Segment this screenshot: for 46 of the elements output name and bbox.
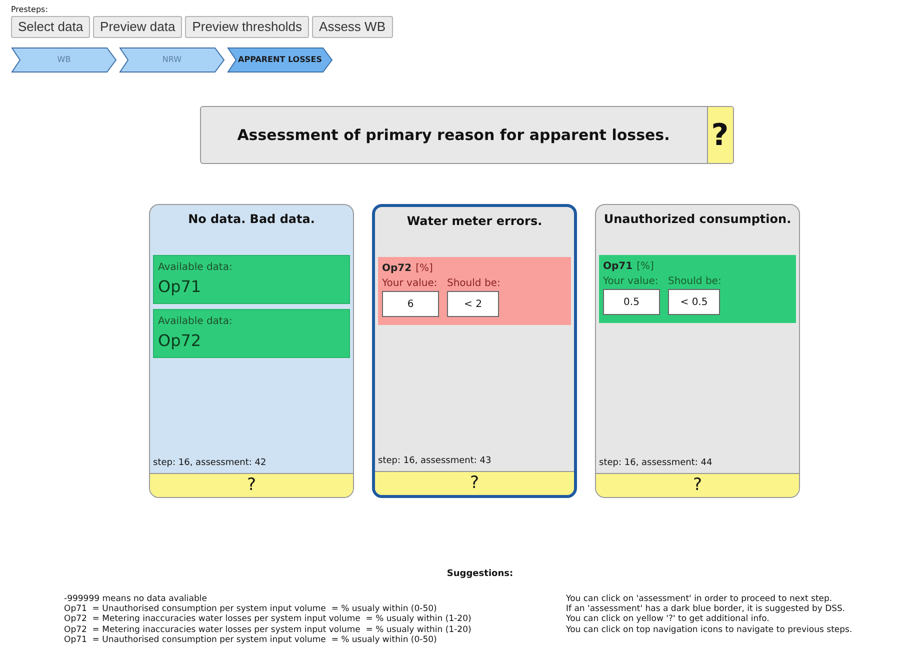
hint-line: You can click on top navigation icons to navigate to previous steps. [566,624,852,636]
legend-line: Op72 = Metering inaccuracies water losses per system input volume = % usualy within (1-20) [64,624,472,636]
unit-label: [%] [416,262,433,276]
available-data-label: Available data: [158,315,234,329]
should-be-label: Should be: [668,275,722,289]
should-be-field: < 0.5 [668,289,720,315]
available-data-label: Available data: [158,261,234,275]
assessment-footer: step: 16, assessment: 44 [596,456,799,473]
assessment-card[interactable]: No data. Bad data. Available data: Op71 Available data: Op72 step: 16, assessment: 42 ? [149,204,354,498]
assessment-title: Water meter errors. [406,213,544,230]
legend-line: -999999 means no data avaliable [64,594,208,604]
page-title: Assessment of primary reason for apparent losses. [236,124,671,146]
indicator-name: Op72 [382,262,412,276]
assessment-title: Unauthorized consumption. [602,211,792,228]
indicator-name: Op71 [158,276,202,298]
indicator-name: Op71 [603,260,633,274]
legend-line: Op71 = Unauthorised consumption per system input volume = % usualy within (0-50) [64,604,438,614]
assessment-footer: step: 16, assessment: 42 [150,456,353,473]
your-value-field: 0.5 [603,289,660,315]
help-button[interactable]: ? [150,473,353,497]
legend-line: Op71 = Unauthorised consumption per system input volume = % usualy within (0-50) [64,635,438,646]
prestep-button[interactable]: Assess WB [312,16,392,38]
should-be-field: < 2 [447,291,499,317]
assessment-title: No data. Bad data. [187,211,316,228]
your-value-label: Your value: [382,277,438,291]
hint-line: If an 'assessment' has a dark blue border, it is suggested by DSS. [566,604,846,614]
indicator-name: Op72 [158,330,202,352]
suggestions-heading: Suggestions: [446,568,514,581]
your-value-field: 6 [382,291,439,317]
help-button[interactable]: ? [706,107,732,163]
should-be-label: Should be: [447,277,500,291]
help-button[interactable]: ? [375,471,574,495]
your-value-label: Your value: [603,275,660,289]
help-button[interactable]: ? [596,473,799,497]
unit-label: [%] [636,260,654,274]
hint-line: You can click on 'assessment' in order to proceed to next step. [566,594,834,604]
assessment-footer: step: 16, assessment: 43 [375,454,574,471]
presteps-label: Presteps: [11,5,49,15]
legend-line: Op72 = Metering inaccuracies water losses per system input volume = % usualy within (1-20) [64,614,472,625]
prestep-button[interactable]: Select data [11,16,90,38]
prestep-button[interactable]: Preview thresholds [185,16,310,38]
assessment-card[interactable]: Water meter errors. Op72 [%] Your value: 6 Should be: < 2 step: 16, assessment: 43 ? [372,204,577,498]
assessment-card[interactable]: Unauthorized consumption. Op71 [%] Your value: 0.5 Should be: < 0.5 step: 16, assessment: 44 ? [595,204,800,498]
hint-line: You can click on yellow '?' to get additional info. [566,614,770,625]
breadcrumb-step[interactable]: APPARENT LOSSES [227,47,333,73]
prestep-button[interactable]: Preview data [93,16,182,38]
